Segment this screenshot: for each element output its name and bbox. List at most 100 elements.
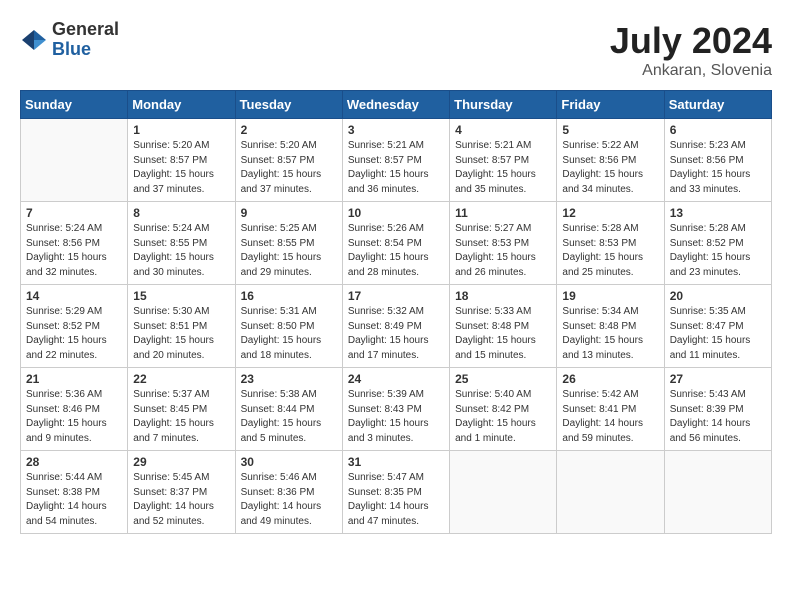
day-info: Sunrise: 5:45 AM Sunset: 8:37 PM Dayligh…: [133, 471, 229, 529]
calendar-cell: 24Sunrise: 5:39 AM Sunset: 8:43 PM Dayli…: [342, 368, 449, 451]
weekday-header-monday: Monday: [128, 91, 235, 119]
day-number: 19: [562, 289, 658, 303]
day-info: Sunrise: 5:24 AM Sunset: 8:56 PM Dayligh…: [26, 222, 122, 280]
day-info: Sunrise: 5:20 AM Sunset: 8:57 PM Dayligh…: [133, 139, 229, 197]
calendar-week-row: 14 Sunrise: 5:29 AM Sunset: 8:52 PM Dayli…: [21, 285, 772, 368]
day-info: Sunrise: 5:40 AM Sunset: 8:42 PM Dayligh…: [455, 388, 551, 446]
day-number: 26: [562, 372, 658, 386]
weekday-header-friday: Friday: [557, 91, 664, 119]
day-info: Sunrise: 5:26 AM Sunset: 8:54 PM Dayligh…: [348, 222, 444, 280]
day-number: 2: [241, 123, 337, 137]
day-info: Sunrise: 5:20 AM Sunset: 8:57 PM Dayligh…: [241, 139, 337, 197]
day-info: Sunrise: 5:31 AM Sunset: 8:50 PM Dayligh…: [241, 305, 337, 363]
day-info: Sunrise: 5:35 AM Sunset: 8:47 PM Dayligh…: [670, 305, 766, 363]
calendar-cell: 22 Sunrise: 5:37 AM Sunset: 8:45 PM Dayli…: [128, 368, 235, 451]
weekday-header-thursday: Thursday: [450, 91, 557, 119]
day-info: Sunrise: 5:36 AM Sunset: 8:46 PM Dayligh…: [26, 388, 122, 446]
day-info: Sunrise: 5:29 AM Sunset: 8:52 PM Dayligh…: [26, 305, 122, 363]
day-number: 8: [133, 206, 229, 220]
day-info: Sunrise: 5:39 AM Sunset: 8:43 PM Dayligh…: [348, 388, 444, 446]
day-number: 21: [26, 372, 122, 386]
calendar-cell: 28Sunrise: 5:44 AM Sunset: 8:38 PM Dayli…: [21, 451, 128, 534]
calendar-cell: 20 Sunrise: 5:35 AM Sunset: 8:47 PM Dayli…: [664, 285, 771, 368]
day-number: 29: [133, 455, 229, 469]
calendar-cell: 29 Sunrise: 5:45 AM Sunset: 8:37 PM Dayli…: [128, 451, 235, 534]
calendar-cell: 30 Sunrise: 5:46 AM Sunset: 8:36 PM Dayli…: [235, 451, 342, 534]
calendar-cell: 7Sunrise: 5:24 AM Sunset: 8:56 PM Daylig…: [21, 202, 128, 285]
calendar-cell: 3 Sunrise: 5:21 AM Sunset: 8:57 PM Daylig…: [342, 119, 449, 202]
day-number: 28: [26, 455, 122, 469]
calendar-cell: 26 Sunrise: 5:42 AM Sunset: 8:41 PM Dayli…: [557, 368, 664, 451]
weekday-header-saturday: Saturday: [664, 91, 771, 119]
calendar: SundayMondayTuesdayWednesdayThursdayFrid…: [20, 90, 772, 534]
day-info: Sunrise: 5:33 AM Sunset: 8:48 PM Dayligh…: [455, 305, 551, 363]
calendar-cell: 23 Sunrise: 5:38 AM Sunset: 8:44 PM Dayli…: [235, 368, 342, 451]
calendar-week-row: 28Sunrise: 5:44 AM Sunset: 8:38 PM Dayli…: [21, 451, 772, 534]
day-info: Sunrise: 5:24 AM Sunset: 8:55 PM Dayligh…: [133, 222, 229, 280]
day-number: 12: [562, 206, 658, 220]
day-number: 18: [455, 289, 551, 303]
title-area: July 2024 Ankaran, Slovenia: [610, 20, 772, 80]
day-info: Sunrise: 5:22 AM Sunset: 8:56 PM Dayligh…: [562, 139, 658, 197]
calendar-cell: 19 Sunrise: 5:34 AM Sunset: 8:48 PM Dayli…: [557, 285, 664, 368]
day-info: Sunrise: 5:37 AM Sunset: 8:45 PM Dayligh…: [133, 388, 229, 446]
day-number: 23: [241, 372, 337, 386]
weekday-header-row: SundayMondayTuesdayWednesdayThursdayFrid…: [21, 91, 772, 119]
calendar-week-row: 7Sunrise: 5:24 AM Sunset: 8:56 PM Daylig…: [21, 202, 772, 285]
day-info: Sunrise: 5:42 AM Sunset: 8:41 PM Dayligh…: [562, 388, 658, 446]
day-info: Sunrise: 5:47 AM Sunset: 8:35 PM Dayligh…: [348, 471, 444, 529]
calendar-cell: 5Sunrise: 5:22 AM Sunset: 8:56 PM Daylig…: [557, 119, 664, 202]
calendar-cell: 1Sunrise: 5:20 AM Sunset: 8:57 PM Daylig…: [128, 119, 235, 202]
day-info: Sunrise: 5:43 AM Sunset: 8:39 PM Dayligh…: [670, 388, 766, 446]
calendar-cell: 18 Sunrise: 5:33 AM Sunset: 8:48 PM Dayli…: [450, 285, 557, 368]
day-number: 3: [348, 123, 444, 137]
calendar-week-row: 1Sunrise: 5:20 AM Sunset: 8:57 PM Daylig…: [21, 119, 772, 202]
day-info: Sunrise: 5:21 AM Sunset: 8:57 PM Dayligh…: [348, 139, 444, 197]
calendar-cell: 9Sunrise: 5:25 AM Sunset: 8:55 PM Daylig…: [235, 202, 342, 285]
calendar-cell: 2 Sunrise: 5:20 AM Sunset: 8:57 PM Daylig…: [235, 119, 342, 202]
calendar-cell: 6Sunrise: 5:23 AM Sunset: 8:56 PM Daylig…: [664, 119, 771, 202]
calendar-cell: 13Sunrise: 5:28 AM Sunset: 8:52 PM Dayli…: [664, 202, 771, 285]
calendar-cell: 25 Sunrise: 5:40 AM Sunset: 8:42 PM Dayli…: [450, 368, 557, 451]
day-number: 16: [241, 289, 337, 303]
day-info: Sunrise: 5:28 AM Sunset: 8:53 PM Dayligh…: [562, 222, 658, 280]
day-number: 11: [455, 206, 551, 220]
day-info: Sunrise: 5:28 AM Sunset: 8:52 PM Dayligh…: [670, 222, 766, 280]
calendar-cell: 8 Sunrise: 5:24 AM Sunset: 8:55 PM Daylig…: [128, 202, 235, 285]
day-info: Sunrise: 5:25 AM Sunset: 8:55 PM Dayligh…: [241, 222, 337, 280]
calendar-cell: [21, 119, 128, 202]
day-info: Sunrise: 5:30 AM Sunset: 8:51 PM Dayligh…: [133, 305, 229, 363]
calendar-cell: 21 Sunrise: 5:36 AM Sunset: 8:46 PM Dayli…: [21, 368, 128, 451]
page-header: General Blue July 2024 Ankaran, Slovenia: [20, 20, 772, 80]
calendar-cell: 11 Sunrise: 5:27 AM Sunset: 8:53 PM Dayli…: [450, 202, 557, 285]
day-number: 6: [670, 123, 766, 137]
day-info: Sunrise: 5:34 AM Sunset: 8:48 PM Dayligh…: [562, 305, 658, 363]
calendar-week-row: 21 Sunrise: 5:36 AM Sunset: 8:46 PM Dayli…: [21, 368, 772, 451]
day-info: Sunrise: 5:32 AM Sunset: 8:49 PM Dayligh…: [348, 305, 444, 363]
day-info: Sunrise: 5:38 AM Sunset: 8:44 PM Dayligh…: [241, 388, 337, 446]
calendar-cell: 14 Sunrise: 5:29 AM Sunset: 8:52 PM Dayli…: [21, 285, 128, 368]
logo-blue: Blue: [52, 40, 119, 60]
day-number: 25: [455, 372, 551, 386]
location: Ankaran, Slovenia: [610, 62, 772, 80]
weekday-header-sunday: Sunday: [21, 91, 128, 119]
calendar-cell: 27Sunrise: 5:43 AM Sunset: 8:39 PM Dayli…: [664, 368, 771, 451]
calendar-cell: [664, 451, 771, 534]
calendar-cell: [557, 451, 664, 534]
calendar-cell: 31Sunrise: 5:47 AM Sunset: 8:35 PM Dayli…: [342, 451, 449, 534]
day-number: 10: [348, 206, 444, 220]
day-number: 15: [133, 289, 229, 303]
day-number: 4: [455, 123, 551, 137]
calendar-cell: 15 Sunrise: 5:30 AM Sunset: 8:51 PM Dayli…: [128, 285, 235, 368]
logo-icon: [20, 26, 48, 54]
weekday-header-wednesday: Wednesday: [342, 91, 449, 119]
calendar-cell: 12 Sunrise: 5:28 AM Sunset: 8:53 PM Dayli…: [557, 202, 664, 285]
day-number: 20: [670, 289, 766, 303]
day-number: 30: [241, 455, 337, 469]
day-number: 14: [26, 289, 122, 303]
calendar-cell: 4Sunrise: 5:21 AM Sunset: 8:57 PM Daylig…: [450, 119, 557, 202]
day-info: Sunrise: 5:46 AM Sunset: 8:36 PM Dayligh…: [241, 471, 337, 529]
calendar-cell: 16 Sunrise: 5:31 AM Sunset: 8:50 PM Dayli…: [235, 285, 342, 368]
day-info: Sunrise: 5:27 AM Sunset: 8:53 PM Dayligh…: [455, 222, 551, 280]
day-number: 22: [133, 372, 229, 386]
